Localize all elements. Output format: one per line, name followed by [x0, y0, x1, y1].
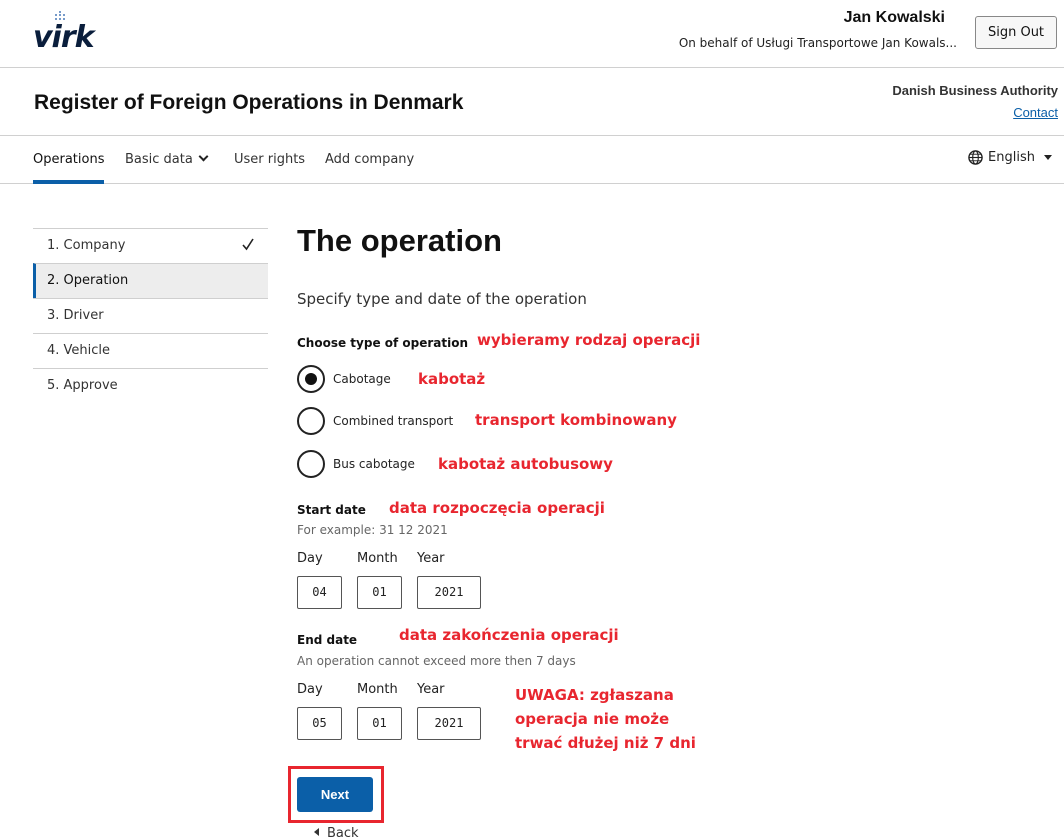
- language-selector[interactable]: English: [968, 150, 1052, 165]
- start-day-input[interactable]: 04: [297, 576, 342, 609]
- annotation-warning: UWAGA: zgłaszana operacja nie może trwać…: [515, 683, 696, 755]
- top-bar: virk Jan Kowalski On behalf of Usługi Tr…: [0, 0, 1064, 68]
- nav-active-indicator: [33, 180, 104, 184]
- app-title: Register of Foreign Operations in Denmar…: [34, 91, 464, 114]
- user-name: Jan Kowalski: [843, 9, 945, 26]
- step-list: 1. Company 2. Operation 3. Driver 4. Veh…: [33, 228, 268, 403]
- end-month-input[interactable]: 01: [357, 707, 402, 740]
- annotation-start: data rozpoczęcia operacji: [389, 499, 605, 517]
- warning-line: UWAGA: zgłaszana: [515, 686, 674, 704]
- contact-link[interactable]: Contact: [1013, 105, 1058, 120]
- end-day-input[interactable]: 05: [297, 707, 342, 740]
- annotation-end: data zakończenia operacji: [399, 626, 619, 644]
- step-company[interactable]: 1. Company: [33, 228, 268, 263]
- chevron-down-icon: [198, 151, 209, 162]
- step-operation[interactable]: 2. Operation: [33, 263, 268, 298]
- nav-basic-data[interactable]: Basic data: [125, 151, 209, 167]
- page-subtitle: Specify type and date of the operation: [297, 290, 587, 308]
- step-label: 2. Operation: [47, 273, 129, 288]
- step-label: 1. Company: [47, 238, 126, 253]
- radio-cabotage[interactable]: Cabotage: [297, 364, 391, 394]
- nav-operations[interactable]: Operations: [33, 152, 104, 167]
- start-month-label: Month: [357, 551, 398, 566]
- step-driver[interactable]: 3. Driver: [33, 298, 268, 333]
- radio-label: Bus cabotage: [333, 457, 415, 471]
- authority-name: Danish Business Authority: [892, 83, 1058, 98]
- main-nav: Operations Basic data User rights Add co…: [0, 137, 1064, 184]
- nav-user-rights[interactable]: User rights: [234, 152, 305, 167]
- step-vehicle[interactable]: 4. Vehicle: [33, 333, 268, 368]
- radio-label: Combined transport: [333, 414, 454, 428]
- step-label: 4. Vehicle: [47, 343, 111, 358]
- caret-left-icon: [314, 828, 319, 836]
- radio-bus-cabotage[interactable]: Bus cabotage: [297, 449, 415, 479]
- start-year-label: Year: [417, 551, 445, 566]
- radio-label: Cabotage: [333, 372, 391, 386]
- end-date-hint: An operation cannot exceed more then 7 d…: [297, 654, 576, 668]
- start-day-label: Day: [297, 551, 323, 566]
- checkmark-icon: [242, 238, 254, 251]
- operation-type-label: Choose type of operation: [297, 336, 469, 350]
- radio-combined-transport[interactable]: Combined transport: [297, 406, 453, 436]
- nav-add-company[interactable]: Add company: [325, 152, 414, 167]
- virk-logo[interactable]: virk: [33, 10, 103, 60]
- end-year-input[interactable]: 2021: [417, 707, 481, 740]
- language-label: English: [988, 150, 1035, 165]
- on-behalf-text: On behalf of Usługi Transportowe Jan Kow…: [678, 36, 957, 50]
- radio-button-checked[interactable]: [297, 365, 325, 393]
- warning-line: trwać dłużej niż 7 dni: [515, 734, 696, 752]
- radio-button[interactable]: [297, 450, 325, 478]
- nav-basic-data-label: Basic data: [125, 152, 193, 167]
- annotation-bus: kabotaż autobusowy: [438, 455, 613, 473]
- back-link[interactable]: Back: [314, 826, 359, 840]
- warning-line: operacja nie może: [515, 710, 670, 728]
- sign-out-button[interactable]: Sign Out: [975, 16, 1057, 49]
- step-label: 3. Driver: [47, 308, 104, 323]
- back-label: Back: [327, 826, 359, 840]
- end-date-label: End date: [297, 633, 358, 647]
- start-date-label: Start date: [297, 503, 366, 517]
- caret-down-icon: [1044, 155, 1052, 160]
- radio-button[interactable]: [297, 407, 325, 435]
- annotation-cabotage: kabotaż: [418, 370, 486, 388]
- page-title: The operation: [297, 223, 502, 258]
- start-date-hint: For example: 31 12 2021: [297, 523, 448, 537]
- end-day-label: Day: [297, 682, 323, 697]
- globe-icon: [968, 150, 983, 165]
- step-approve[interactable]: 5. Approve: [33, 368, 268, 403]
- step-label: 5. Approve: [47, 378, 118, 393]
- start-month-input[interactable]: 01: [357, 576, 402, 609]
- next-button[interactable]: Next: [297, 777, 373, 812]
- start-year-input[interactable]: 2021: [417, 576, 481, 609]
- title-bar: Register of Foreign Operations in Denmar…: [0, 69, 1064, 136]
- logo-text: virk: [33, 20, 95, 55]
- end-year-label: Year: [417, 682, 445, 697]
- annotation-type: wybieramy rodzaj operacji: [477, 331, 701, 349]
- annotation-combined: transport kombinowany: [475, 411, 677, 429]
- end-month-label: Month: [357, 682, 398, 697]
